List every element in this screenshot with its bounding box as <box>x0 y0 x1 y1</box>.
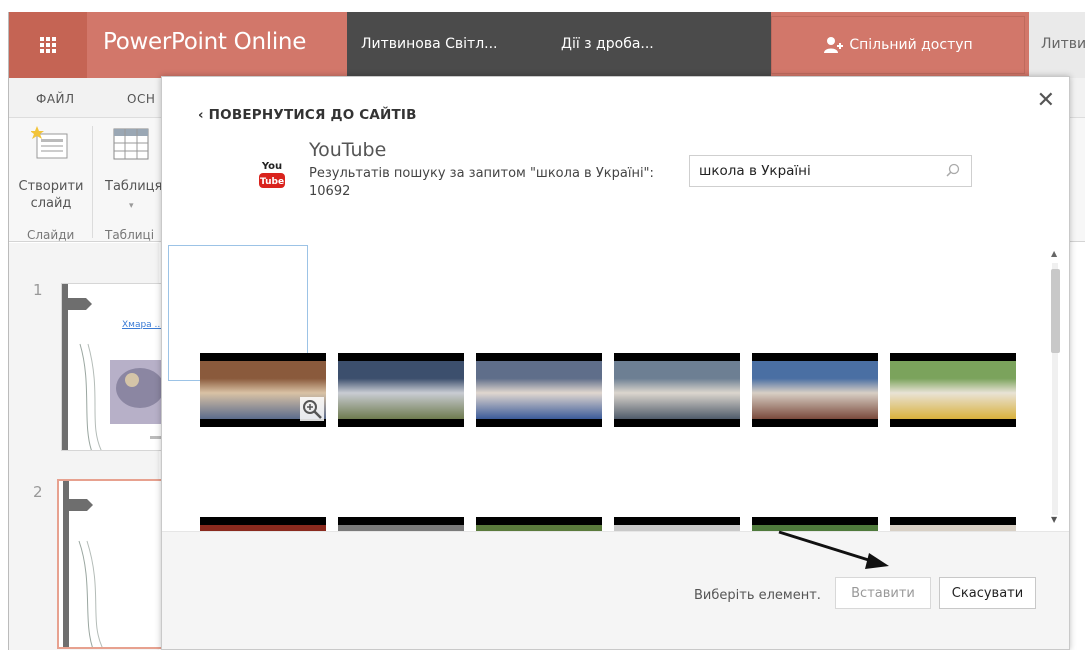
logo-text-bottom: Tube <box>260 177 284 187</box>
slide-thumbnail-1[interactable]: Хмара ... <box>61 283 171 451</box>
scroll-up-icon[interactable]: ▲ <box>1051 249 1057 258</box>
results-scrollbar[interactable]: ▲ ▼ <box>1046 245 1064 533</box>
video-thumbnail[interactable] <box>476 353 602 427</box>
waffle-icon <box>40 37 56 53</box>
user-menu[interactable]: Литви <box>1029 12 1085 78</box>
logo-text-top: You <box>261 161 282 172</box>
video-thumbnail[interactable] <box>200 353 326 427</box>
back-to-sites-link[interactable]: ‹ ПОВЕРНУТИСЯ ДО САЙТІВ <box>198 107 417 123</box>
zoom-preview-icon[interactable] <box>300 397 324 421</box>
search-value: школа в Україні <box>699 163 811 179</box>
slide-number-2: 2 <box>33 483 43 501</box>
group-label-tables: Таблиці <box>105 228 155 242</box>
chevron-down-icon: ▾ <box>129 201 134 211</box>
share-label: Спільний доступ <box>849 37 973 53</box>
document-name[interactable]: Дії з дроба... <box>561 36 654 52</box>
slide-number-1: 1 <box>33 281 43 299</box>
selection-hint: Виберіть елемент. <box>694 588 821 603</box>
video-thumbnail[interactable] <box>752 353 878 427</box>
document-bar: Литвинова Світл... Дії з дроба... <box>347 12 771 78</box>
video-results-grid <box>186 241 1066 531</box>
close-icon[interactable]: ✕ <box>1037 90 1055 112</box>
slide-1-preview <box>62 284 170 450</box>
table-icon <box>113 128 149 160</box>
table-button[interactable]: Таблиця ▾ <box>95 124 163 220</box>
ribbon-divider <box>92 126 93 238</box>
results-count: Результатів пошуку за запитом "школа в У… <box>309 166 654 199</box>
tab-home[interactable]: ОСН <box>127 92 155 106</box>
slide-thumbnail-2[interactable] <box>57 479 171 649</box>
video-thumbnail[interactable] <box>752 517 878 531</box>
new-slide-label: Створити слайд <box>18 179 84 211</box>
app-name[interactable]: PowerPoint Online <box>103 29 306 55</box>
dialog-footer: Виберіть елемент. Вставити Скасувати <box>162 531 1069 649</box>
video-preview-image <box>752 361 878 419</box>
table-label: Таблиця <box>105 179 163 194</box>
video-preview-image <box>614 361 740 419</box>
video-thumbnail[interactable] <box>614 353 740 427</box>
tab-file[interactable]: ФАЙЛ <box>36 92 75 106</box>
video-thumbnail[interactable] <box>338 353 464 427</box>
video-preview-image <box>890 361 1016 419</box>
owner-name[interactable]: Литвинова Світл... <box>361 36 498 52</box>
new-slide-icon <box>31 126 68 159</box>
provider-name: YouTube <box>309 139 387 161</box>
youtube-logo-icon: You Tube <box>259 161 285 188</box>
slide-2-preview <box>63 481 103 647</box>
video-thumbnail[interactable] <box>338 517 464 531</box>
search-icon[interactable] <box>945 163 961 179</box>
app-launcher-button[interactable] <box>9 12 87 78</box>
share-button[interactable]: Спільний доступ <box>771 16 1025 74</box>
signed-in-user: Литви <box>1041 36 1085 52</box>
video-thumbnail[interactable] <box>476 517 602 531</box>
cancel-button[interactable]: Скасувати <box>939 577 1036 609</box>
scroll-thumb[interactable] <box>1051 269 1060 353</box>
slide-1-title: Хмара ... <box>122 320 164 330</box>
title-bar: PowerPoint Online Литвинова Світл... Дії… <box>9 12 1085 78</box>
video-thumbnail[interactable] <box>200 517 326 531</box>
video-thumbnail[interactable] <box>614 517 740 531</box>
add-person-icon <box>824 37 844 53</box>
video-thumbnail[interactable] <box>890 353 1016 427</box>
insert-video-dialog: ✕ ‹ ПОВЕРНУТИСЯ ДО САЙТІВ You Tube YouTu… <box>161 76 1070 650</box>
powerpoint-window: PowerPoint Online Литвинова Світл... Дії… <box>8 12 1085 650</box>
video-preview-image <box>476 361 602 419</box>
scroll-down-icon[interactable]: ▼ <box>1051 515 1057 524</box>
video-thumbnail[interactable] <box>890 517 1016 531</box>
search-input[interactable]: школа в Україні <box>689 155 972 187</box>
video-preview-image <box>338 361 464 419</box>
insert-button[interactable]: Вставити <box>835 577 931 609</box>
group-label-slides: Слайди <box>27 228 75 242</box>
slide-thumbnails-pane: 1 Хмара ... 2 <box>9 243 171 650</box>
back-label: ПОВЕРНУТИСЯ ДО САЙТІВ <box>208 107 417 123</box>
new-slide-button[interactable]: Створити слайд <box>13 124 89 220</box>
